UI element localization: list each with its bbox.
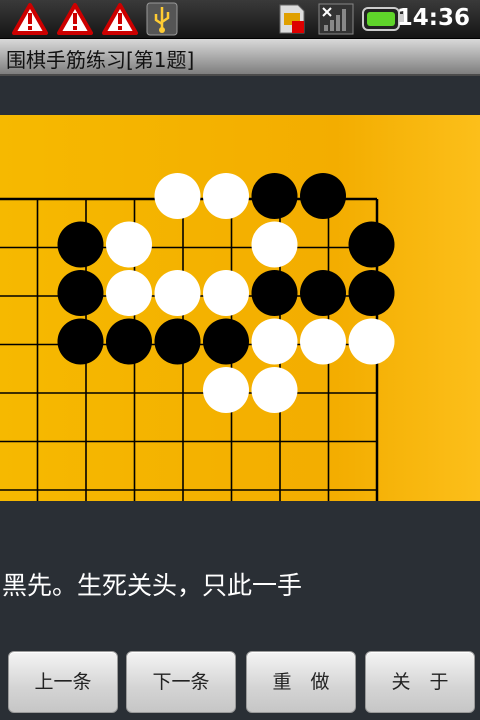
black-stone[interactable]	[300, 270, 346, 316]
about-button[interactable]: 关 于	[365, 651, 475, 713]
black-stone[interactable]	[203, 318, 249, 365]
status-bar: 14:36	[0, 0, 480, 39]
white-stone[interactable]	[106, 221, 152, 268]
go-board[interactable]	[0, 115, 480, 501]
black-stone[interactable]	[348, 270, 395, 316]
black-stone[interactable]	[251, 270, 298, 316]
warning-icon	[57, 3, 93, 35]
white-stone[interactable]	[203, 270, 249, 316]
title-bar: 围棋手筋练习[第1题]	[0, 39, 480, 76]
black-stone[interactable]	[106, 318, 152, 365]
usb-icon	[146, 2, 178, 36]
black-stone[interactable]	[154, 318, 201, 365]
black-stone[interactable]	[57, 270, 104, 316]
clock: 14:36	[396, 5, 470, 31]
white-stone[interactable]	[251, 367, 298, 413]
problem-text: 黑先。生死关头，只此一手	[2, 571, 303, 600]
white-stone[interactable]	[348, 318, 395, 365]
redo-button[interactable]: 重 做	[246, 651, 356, 713]
white-stone[interactable]	[300, 318, 346, 365]
white-stone[interactable]	[251, 318, 298, 365]
black-stone[interactable]	[348, 221, 395, 268]
black-stone[interactable]	[57, 221, 104, 268]
black-stone[interactable]	[300, 173, 346, 219]
page-title: 围棋手筋练习[第1题]	[6, 48, 195, 72]
white-stone[interactable]	[154, 173, 201, 219]
warning-icon	[12, 3, 48, 35]
white-stone[interactable]	[203, 173, 249, 219]
white-stone[interactable]	[251, 221, 298, 268]
sim-card-icon	[279, 4, 305, 34]
white-stone[interactable]	[106, 270, 152, 316]
warning-icon	[102, 3, 138, 35]
signal-icon	[318, 3, 354, 35]
board-grid[interactable]	[0, 115, 480, 501]
prev-button[interactable]: 上一条	[8, 651, 118, 713]
black-stone[interactable]	[57, 318, 104, 365]
white-stone[interactable]	[203, 367, 249, 413]
white-stone[interactable]	[154, 270, 201, 316]
black-stone[interactable]	[251, 173, 298, 219]
next-button[interactable]: 下一条	[126, 651, 236, 713]
